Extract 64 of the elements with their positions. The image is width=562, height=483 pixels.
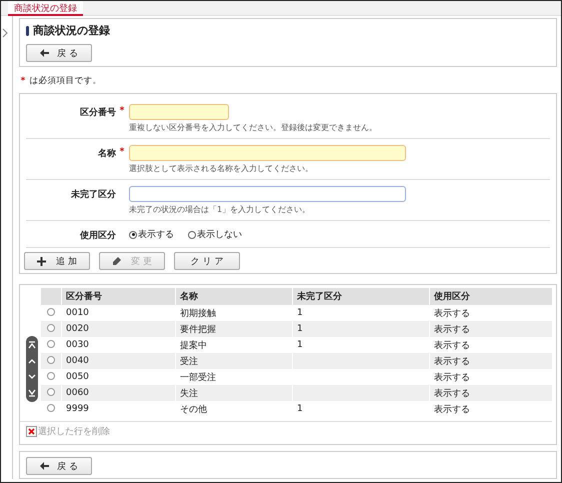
table-cell: 初期接触: [180, 308, 216, 318]
input-field[interactable]: [129, 104, 229, 120]
table-cell: 0030: [66, 340, 89, 350]
heading-marker: [26, 26, 29, 36]
clear-button[interactable]: ク リ ア: [174, 252, 240, 270]
column-header: 使用区分: [430, 288, 552, 305]
field-label: 使用区分: [80, 230, 116, 242]
table-cell: 1: [297, 404, 303, 414]
table-cell: 一部受注: [180, 372, 216, 382]
field-label: 区分番号: [80, 106, 116, 120]
input-field[interactable]: [129, 145, 406, 161]
table-cell: 0010: [66, 308, 89, 318]
radio-option[interactable]: 表示しない: [188, 228, 242, 241]
pencil-icon: [112, 256, 122, 266]
table-cell: 1: [297, 340, 303, 350]
row-radio[interactable]: [47, 340, 55, 348]
table-cell: 受注: [180, 356, 198, 366]
required-mark: *: [118, 106, 126, 118]
table-cell: 0020: [66, 324, 89, 334]
field-hint: 選択肢として表示される名称を入力してください。: [129, 163, 314, 174]
page-tab[interactable]: 商談状況の登録: [8, 1, 83, 16]
table-cell: 表示する: [434, 372, 470, 382]
field-hint: 重複しない区分番号を入力してください。登録後は変更できません。: [129, 122, 377, 133]
back-button[interactable]: 戻 る: [26, 44, 92, 62]
expand-icon[interactable]: [2, 28, 8, 38]
page-heading: 商談状況の登録: [33, 23, 110, 38]
table-cell: 0060: [66, 388, 89, 398]
column-header: 区分番号: [62, 288, 176, 305]
column-header: 名称: [176, 288, 292, 305]
row-radio[interactable]: [47, 372, 55, 380]
row-radio[interactable]: [47, 356, 55, 364]
table-cell: 表示する: [434, 356, 470, 366]
field-hint: 未完了の状況の場合は「1」を入力してください。: [129, 204, 312, 215]
table-cell: 0040: [66, 356, 89, 366]
table-cell: 0050: [66, 372, 89, 382]
field-label: 名称: [98, 148, 116, 161]
row-radio[interactable]: [47, 404, 55, 412]
table-cell: 要件把握: [180, 324, 216, 334]
table-cell: 表示する: [434, 308, 470, 318]
left-arrow-icon: [40, 49, 50, 57]
row-radio[interactable]: [47, 308, 55, 316]
table-cell: 表示する: [434, 404, 470, 414]
table-cell: 1: [297, 308, 303, 318]
table-cell: 提案中: [180, 340, 207, 350]
table-cell: 表示する: [434, 340, 470, 350]
left-arrow-icon: [40, 462, 50, 470]
table-cell: 9999: [66, 404, 89, 414]
radio-option[interactable]: 表示する: [129, 228, 174, 241]
column-header: 未完了区分: [292, 288, 430, 305]
required-mark: *: [118, 147, 126, 159]
table-cell: 表示する: [434, 324, 470, 334]
delete-icon: [26, 426, 37, 437]
required-note: * は必須項目です。: [20, 75, 103, 87]
table-cell: 1: [297, 324, 303, 334]
input-field[interactable]: [129, 186, 406, 202]
add-button[interactable]: 追 加: [24, 252, 90, 270]
field-label: 未完了区分: [71, 188, 116, 202]
row-radio[interactable]: [47, 388, 55, 396]
table-cell: 表示する: [434, 388, 470, 398]
table-cell: その他: [180, 404, 207, 414]
back-button[interactable]: 戻 る: [26, 457, 92, 475]
plus-icon: [37, 256, 46, 266]
table-cell: 失注: [180, 388, 198, 398]
row-radio[interactable]: [47, 324, 55, 332]
